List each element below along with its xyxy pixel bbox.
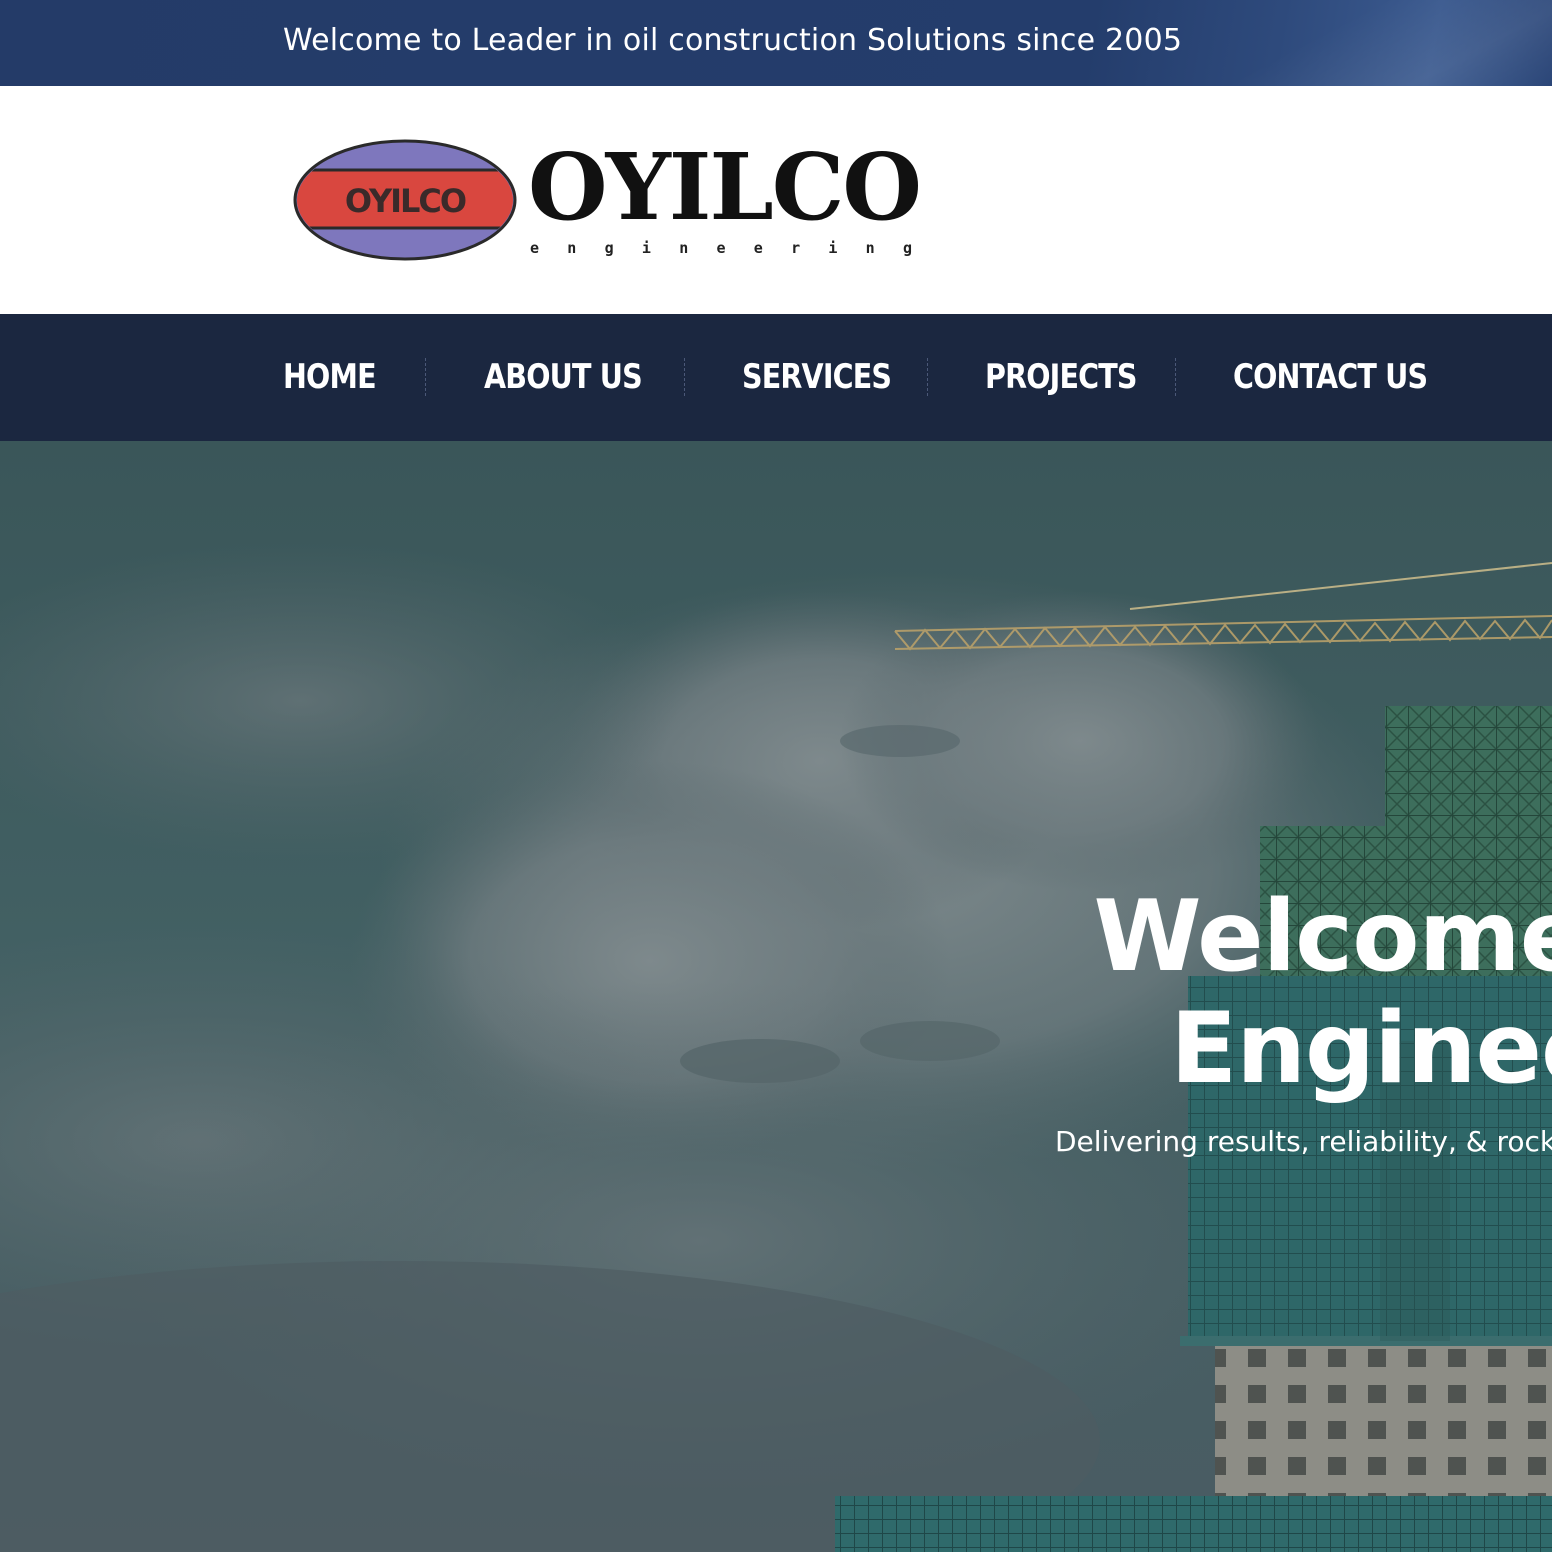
nav-item-services[interactable]: SERVICES	[742, 354, 892, 400]
logo-header: OYILCO OYILCO e n g i n e e r i n g	[0, 86, 1552, 314]
nav-item-projects[interactable]: PROJECTS	[985, 354, 1137, 400]
oyilco-logo-graphic: OYILCO OYILCO e n g i n e e r i n g	[293, 136, 922, 261]
nav-separator	[425, 358, 426, 396]
nav-separator	[684, 358, 685, 396]
hero-title: Welcome to Engineer	[812, 881, 1552, 1105]
nav-item-contact-us[interactable]: CONTACT US	[1233, 354, 1428, 400]
logo-wordmark: OYILCO	[528, 136, 920, 241]
nav-item-home[interactable]: HOME	[283, 354, 377, 400]
hero-subtitle: Delivering results, reliability, & rock …	[1055, 1125, 1552, 1158]
nav-separator	[927, 358, 928, 396]
company-logo[interactable]: OYILCO OYILCO e n g i n e e r i n g	[292, 136, 932, 266]
logo-badge-text: OYILCO	[345, 182, 466, 220]
logo-tagline: e n g i n e e r i n g	[530, 239, 912, 257]
main-navigation: HOME ABOUT US SERVICES PROJECTS CONTACT …	[0, 314, 1552, 441]
hero-title-line-1: Welcome to	[1093, 880, 1552, 994]
nav-separator	[1175, 358, 1176, 396]
hero-banner: Welcome to Engineer Delivering results, …	[0, 441, 1552, 1552]
top-announcement-bar: Welcome to Leader in oil construction So…	[0, 0, 1552, 86]
hero-title-line-2: Engineer	[1170, 992, 1552, 1106]
welcome-text: Welcome to Leader in oil construction So…	[283, 23, 1183, 58]
nav-item-about-us[interactable]: ABOUT US	[484, 354, 643, 400]
